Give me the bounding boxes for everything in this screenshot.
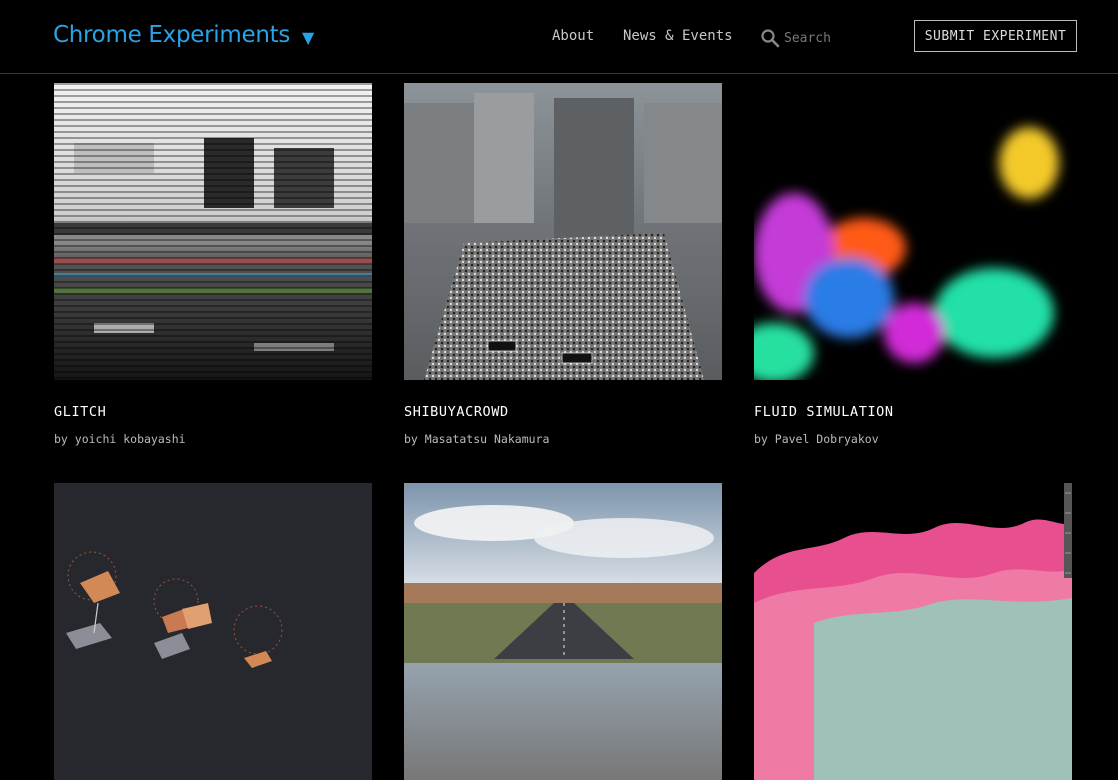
experiment-author: by Masatatsu Nakamura — [404, 432, 550, 446]
experiment-thumbnail[interactable] — [754, 483, 1072, 780]
nav-about[interactable]: About — [552, 28, 594, 44]
search-input[interactable] — [784, 30, 864, 46]
experiment-thumbnail[interactable] — [404, 483, 722, 780]
nav-news-events[interactable]: News & Events — [623, 28, 733, 44]
experiment-author: by Pavel Dobryakov — [754, 432, 879, 446]
experiment-title[interactable]: FLUID SIMULATION — [754, 404, 894, 420]
experiment-thumbnail[interactable] — [404, 83, 722, 380]
brand-menu[interactable]: Chrome Experiments ▼ — [53, 22, 314, 48]
caret-down-icon: ▼ — [302, 27, 315, 47]
submit-experiment-button[interactable]: SUBMIT EXPERIMENT — [914, 20, 1077, 52]
experiment-title[interactable]: SHIBUYACROWD — [404, 404, 509, 420]
experiment-author: by yoichi kobayashi — [54, 432, 186, 446]
experiment-thumbnail[interactable] — [754, 83, 1072, 380]
experiment-title[interactable]: GLITCH — [54, 404, 106, 420]
experiment-thumbnail[interactable] — [54, 83, 372, 380]
search-icon[interactable] — [760, 28, 780, 48]
site-header: Chrome Experiments ▼ About News & Events… — [0, 0, 1118, 74]
experiment-thumbnail[interactable] — [54, 483, 372, 780]
search-box[interactable] — [760, 26, 870, 50]
brand-title: Chrome Experiments — [53, 22, 290, 48]
